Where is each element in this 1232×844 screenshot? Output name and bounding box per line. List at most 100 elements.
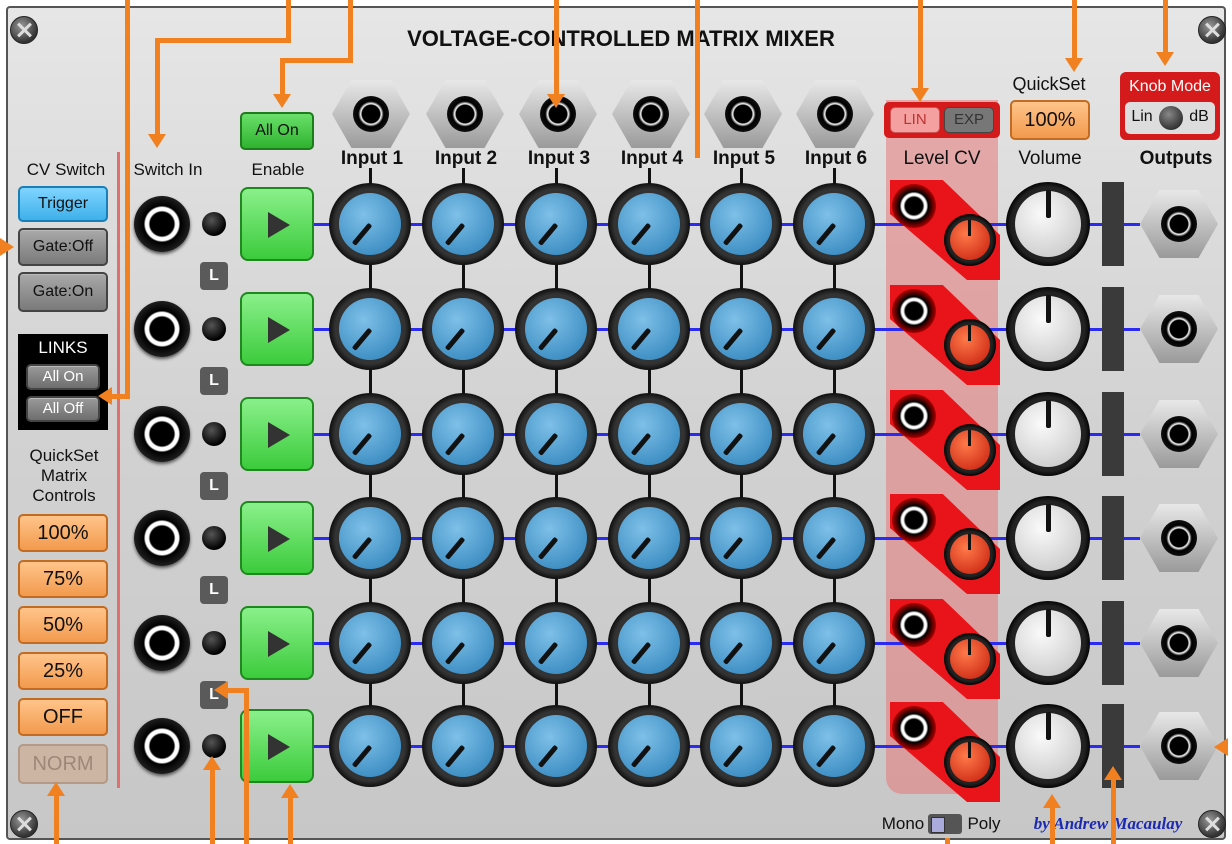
- switch-in-jack[interactable]: [134, 196, 190, 252]
- switch-in-jack[interactable]: [134, 718, 190, 774]
- enable-play-button[interactable]: [240, 187, 314, 261]
- level-cv-jack[interactable]: [892, 498, 936, 542]
- links-all-off-button[interactable]: All Off: [26, 396, 100, 422]
- link-toggle-button[interactable]: L: [200, 367, 228, 395]
- switch-in-jack[interactable]: [134, 615, 190, 671]
- trigger-button[interactable]: Trigger: [18, 186, 108, 222]
- switch-in-jack[interactable]: [134, 301, 190, 357]
- enable-play-button[interactable]: [240, 606, 314, 680]
- matrix-level-knob[interactable]: [700, 393, 782, 475]
- quickset-75-button[interactable]: 75%: [18, 560, 108, 598]
- enable-play-button[interactable]: [240, 397, 314, 471]
- quickset-norm-button[interactable]: NORM: [18, 744, 108, 784]
- matrix-level-knob[interactable]: [422, 288, 504, 370]
- level-cv-knob[interactable]: [944, 319, 996, 371]
- matrix-level-knob[interactable]: [329, 497, 411, 579]
- links-box: LINKS All On All Off: [18, 334, 108, 430]
- gate-off-button[interactable]: Gate:Off: [18, 228, 108, 266]
- matrix-level-knob[interactable]: [608, 705, 690, 787]
- matrix-level-knob[interactable]: [793, 497, 875, 579]
- matrix-level-knob[interactable]: [329, 393, 411, 475]
- status-led-icon: [202, 422, 226, 446]
- arrow-head-icon: [214, 681, 228, 699]
- matrix-level-knob[interactable]: [515, 393, 597, 475]
- matrix-level-knob[interactable]: [608, 393, 690, 475]
- matrix-level-knob[interactable]: [793, 705, 875, 787]
- enable-play-button[interactable]: [240, 292, 314, 366]
- knob-mode-switch[interactable]: Lin dB: [1125, 102, 1215, 134]
- annotation-line: [286, 0, 291, 42]
- annotation-line: [112, 394, 130, 399]
- matrix-level-knob[interactable]: [793, 288, 875, 370]
- lin-option[interactable]: LIN: [890, 107, 940, 133]
- quickset-volume-button[interactable]: 100%: [1010, 100, 1090, 140]
- matrix-level-knob[interactable]: [700, 183, 782, 265]
- matrix-level-knob[interactable]: [422, 602, 504, 684]
- annotation-line: [125, 0, 130, 398]
- matrix-level-knob[interactable]: [422, 497, 504, 579]
- level-cv-knob[interactable]: [944, 214, 996, 266]
- level-cv-jack[interactable]: [892, 706, 936, 750]
- level-meter: [1102, 392, 1124, 476]
- matrix-level-knob[interactable]: [329, 183, 411, 265]
- switch-in-jack[interactable]: [134, 406, 190, 462]
- level-cv-jack[interactable]: [892, 394, 936, 438]
- links-all-on-button[interactable]: All On: [26, 364, 100, 390]
- volume-knob[interactable]: [1006, 182, 1090, 266]
- link-toggle-button[interactable]: L: [200, 576, 228, 604]
- enable-play-button[interactable]: [240, 709, 314, 783]
- lin-exp-switch[interactable]: LIN EXP: [884, 102, 1000, 138]
- volume-knob[interactable]: [1006, 496, 1090, 580]
- matrix-level-knob[interactable]: [608, 183, 690, 265]
- annotation-line: [695, 0, 700, 158]
- exp-option[interactable]: EXP: [944, 107, 994, 133]
- annotation-line: [918, 0, 923, 88]
- screw-icon: [10, 810, 38, 838]
- link-toggle-button[interactable]: L: [200, 262, 228, 290]
- level-cv-jack[interactable]: [892, 603, 936, 647]
- matrix-level-knob[interactable]: [329, 288, 411, 370]
- quickset-25-button[interactable]: 25%: [18, 652, 108, 690]
- matrix-level-knob[interactable]: [700, 602, 782, 684]
- level-cv-jack[interactable]: [892, 289, 936, 333]
- matrix-level-knob[interactable]: [608, 602, 690, 684]
- quickset-50-button[interactable]: 50%: [18, 606, 108, 644]
- matrix-level-knob[interactable]: [700, 705, 782, 787]
- matrix-level-knob[interactable]: [608, 288, 690, 370]
- matrix-level-knob[interactable]: [515, 288, 597, 370]
- matrix-level-knob[interactable]: [515, 497, 597, 579]
- matrix-level-knob[interactable]: [515, 183, 597, 265]
- volume-knob[interactable]: [1006, 601, 1090, 685]
- level-cv-knob[interactable]: [944, 736, 996, 788]
- matrix-level-knob[interactable]: [515, 705, 597, 787]
- matrix-level-knob[interactable]: [793, 393, 875, 475]
- toggle-icon[interactable]: [1159, 106, 1183, 130]
- matrix-level-knob[interactable]: [422, 393, 504, 475]
- matrix-level-knob[interactable]: [329, 705, 411, 787]
- level-cv-jack[interactable]: [892, 184, 936, 228]
- gate-on-button[interactable]: Gate:On: [18, 272, 108, 312]
- volume-knob[interactable]: [1006, 392, 1090, 476]
- volume-knob[interactable]: [1006, 704, 1090, 788]
- matrix-level-knob[interactable]: [329, 602, 411, 684]
- volume-knob[interactable]: [1006, 287, 1090, 371]
- level-cv-knob[interactable]: [944, 528, 996, 580]
- all-on-button[interactable]: All On: [240, 112, 314, 150]
- matrix-level-knob[interactable]: [422, 183, 504, 265]
- level-cv-knob[interactable]: [944, 633, 996, 685]
- matrix-level-knob[interactable]: [515, 602, 597, 684]
- matrix-level-knob[interactable]: [700, 497, 782, 579]
- matrix-level-knob[interactable]: [422, 705, 504, 787]
- matrix-level-knob[interactable]: [793, 602, 875, 684]
- mono-poly-switch[interactable]: [928, 814, 962, 834]
- matrix-level-knob[interactable]: [700, 288, 782, 370]
- enable-play-button[interactable]: [240, 501, 314, 575]
- quickset-off-button[interactable]: OFF: [18, 698, 108, 736]
- arrow-head-icon: [0, 238, 14, 256]
- switch-in-jack[interactable]: [134, 510, 190, 566]
- quickset-100-button[interactable]: 100%: [18, 514, 108, 552]
- matrix-level-knob[interactable]: [793, 183, 875, 265]
- matrix-level-knob[interactable]: [608, 497, 690, 579]
- level-cv-knob[interactable]: [944, 424, 996, 476]
- link-toggle-button[interactable]: L: [200, 472, 228, 500]
